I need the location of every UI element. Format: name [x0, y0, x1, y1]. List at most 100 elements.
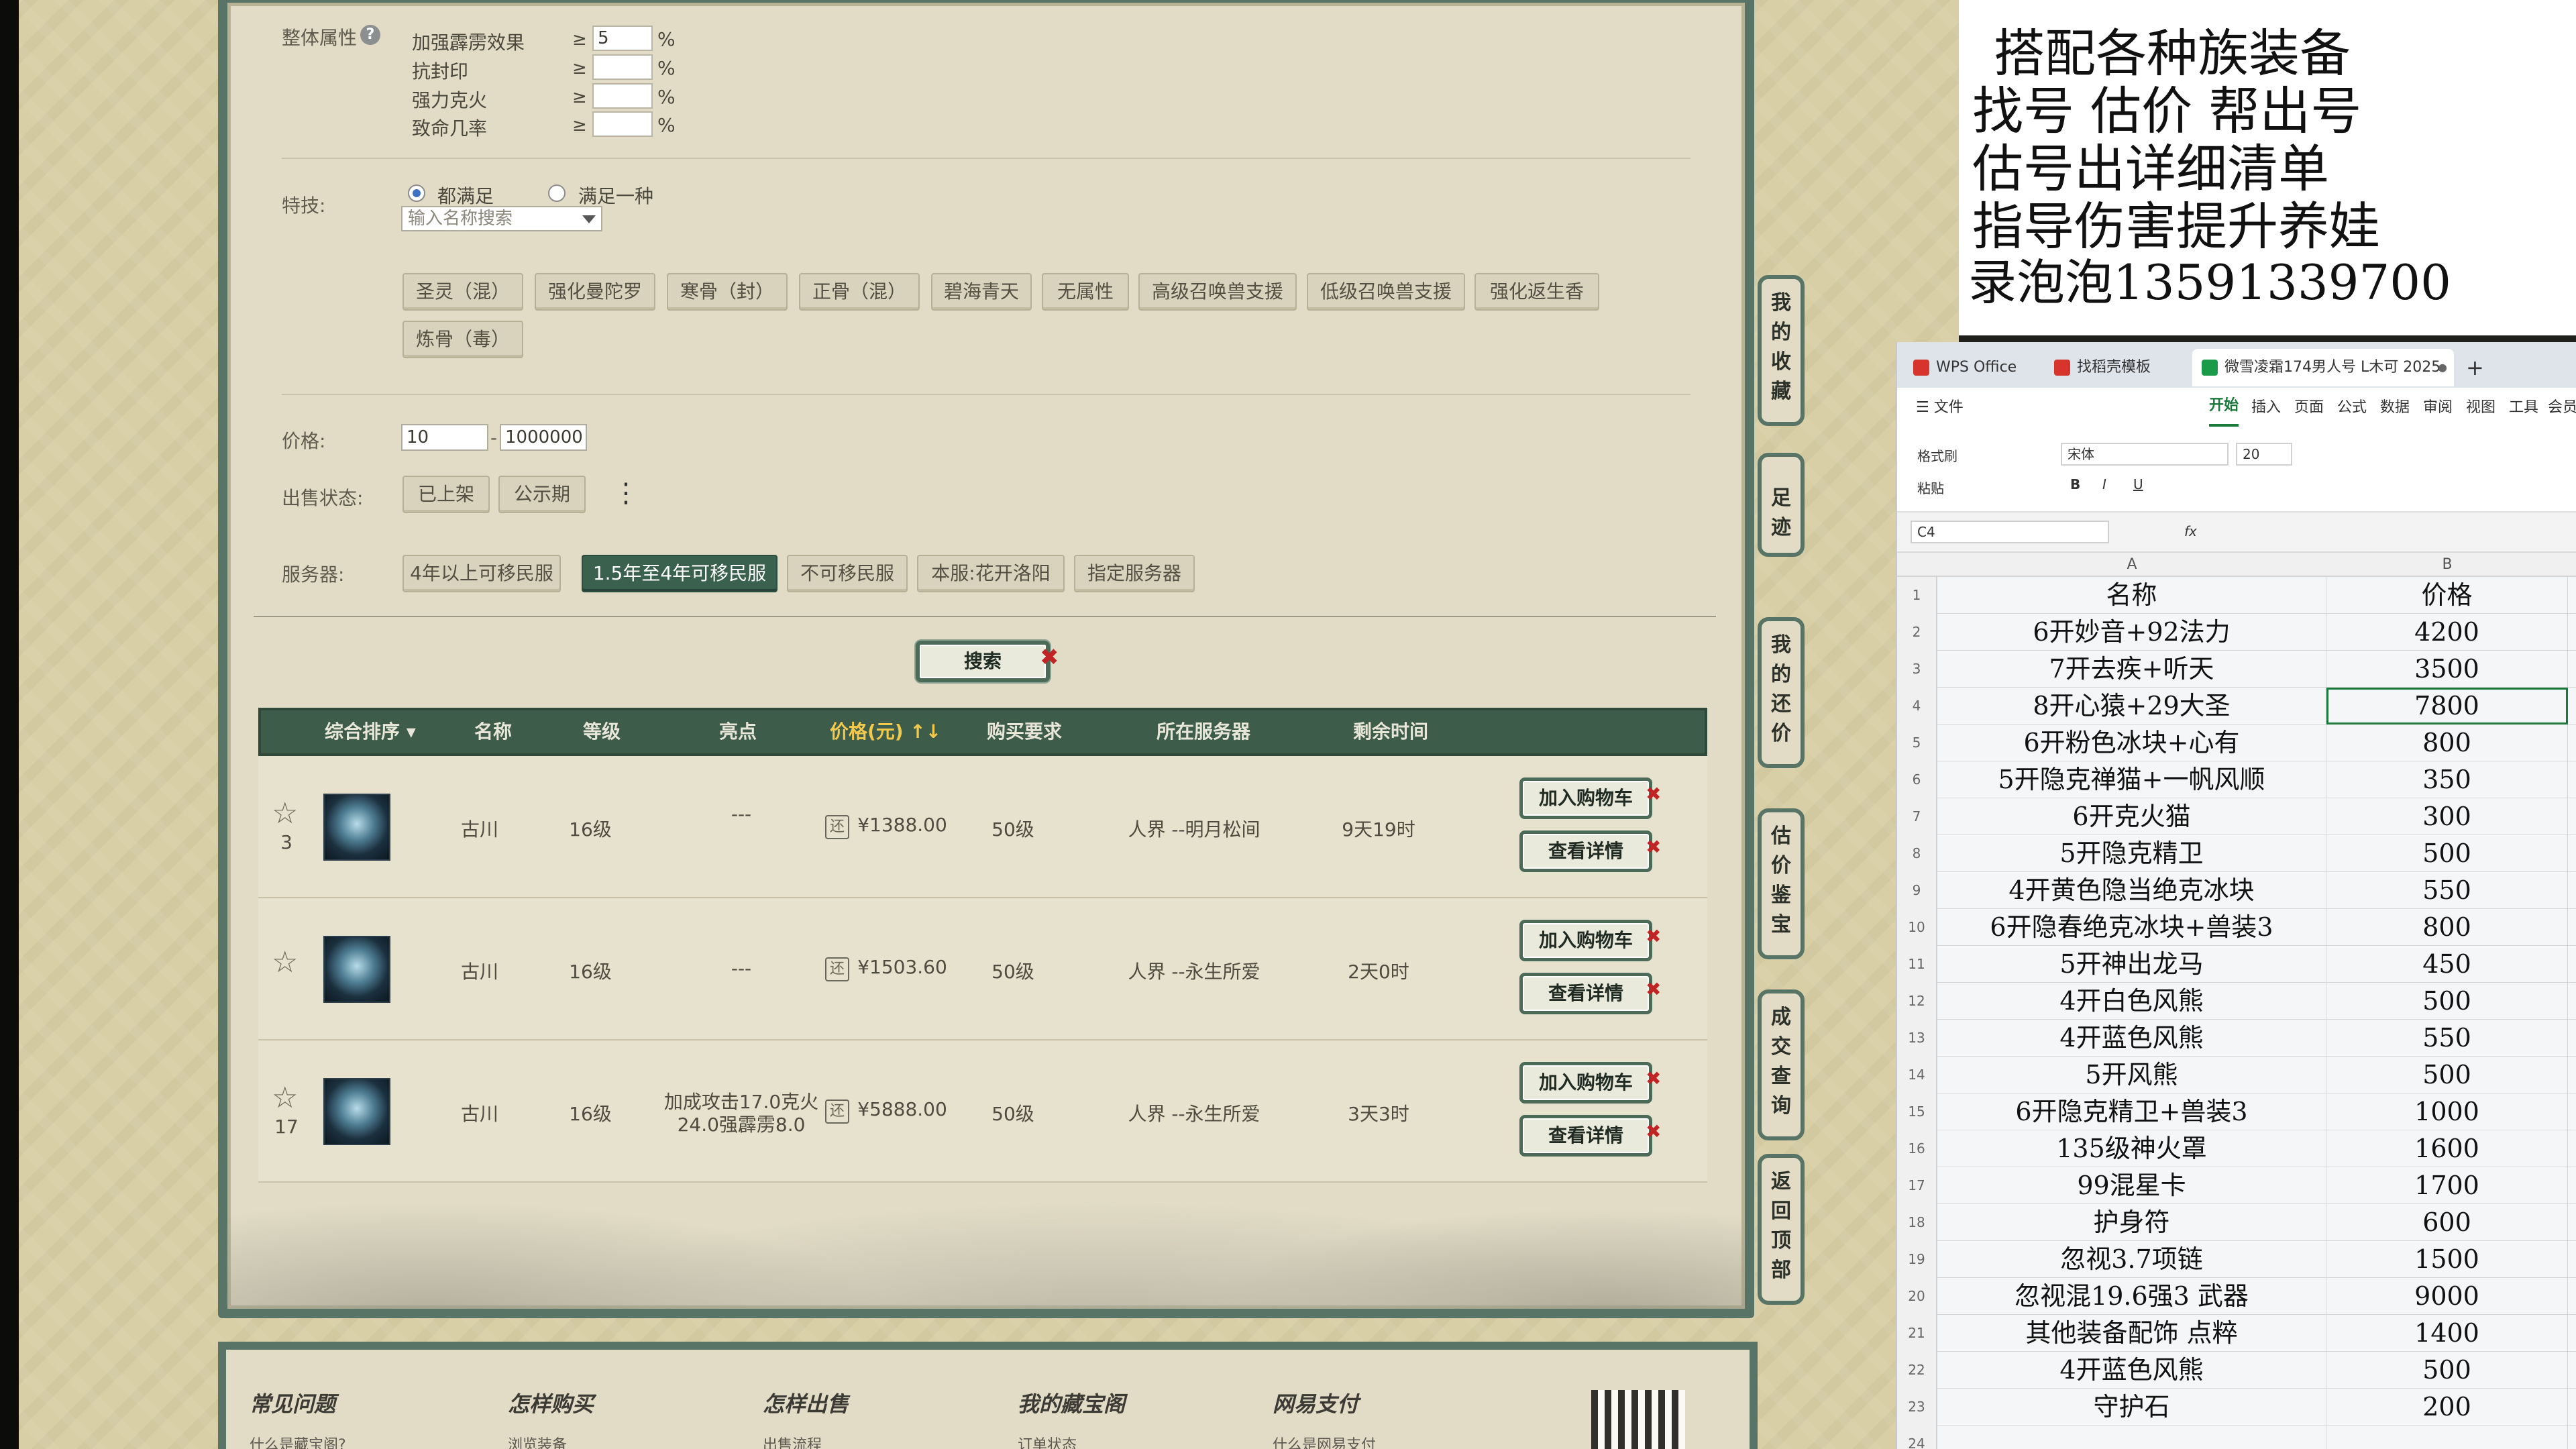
cell-name[interactable]: 4开黄色隐当绝克冰块 — [1937, 872, 2326, 909]
row-number[interactable]: 15 — [1897, 1093, 1937, 1130]
view-detail-button[interactable]: 查看详情 — [1519, 830, 1652, 872]
attr-min-input[interactable] — [592, 83, 653, 109]
cell-price[interactable]: 1000 — [2326, 1093, 2568, 1130]
cell-price[interactable]: 200 — [2326, 1389, 2568, 1426]
skill-chip[interactable]: 低级召唤兽支援 — [1307, 273, 1465, 311]
row-number[interactable]: 22 — [1897, 1352, 1937, 1389]
price-min-input[interactable]: 10 — [401, 424, 488, 451]
counter-offer-icon[interactable]: 还 — [825, 957, 849, 981]
radio-any[interactable] — [548, 184, 566, 202]
favorite-star-icon[interactable]: ☆ — [272, 1081, 298, 1115]
cell-price[interactable]: 550 — [2326, 1020, 2568, 1057]
cell-price[interactable] — [2326, 1426, 2568, 1449]
status-chip[interactable]: 已上架 — [402, 476, 490, 513]
cell-price[interactable]: 7800 — [2326, 688, 2568, 724]
cell-price[interactable]: 4200 — [2326, 614, 2568, 651]
row-number[interactable]: 14 — [1897, 1057, 1937, 1093]
menu-home[interactable]: 开始 — [2209, 388, 2239, 427]
skill-chip[interactable]: 碧海青天 — [931, 273, 1032, 311]
skill-chip[interactable]: 炼骨（毒） — [402, 321, 523, 358]
price-max-input[interactable]: 1000000 — [500, 424, 587, 451]
skill-chip[interactable]: 强化曼陀罗 — [535, 273, 655, 311]
server-chip[interactable]: 本服:花开洛阳 — [917, 555, 1065, 592]
menu-review[interactable]: 审阅 — [2423, 388, 2453, 428]
add-to-cart-button[interactable]: 加入购物车 — [1519, 1062, 1652, 1104]
row-number[interactable]: 10 — [1897, 909, 1937, 946]
cell-name[interactable]: 4开蓝色风熊 — [1937, 1352, 2326, 1389]
cell-price[interactable]: 500 — [2326, 1352, 2568, 1389]
cell-price[interactable]: 9000 — [2326, 1278, 2568, 1315]
cell-name[interactable]: 守护石 — [1937, 1389, 2326, 1426]
server-chip[interactable]: 4年以上可移民服 — [402, 555, 561, 592]
row-number[interactable]: 4 — [1897, 688, 1937, 724]
menu-member[interactable]: 会员 — [2548, 388, 2576, 428]
menu-formula[interactable]: 公式 — [2337, 388, 2367, 428]
radio-all[interactable] — [408, 184, 425, 202]
attr-min-input[interactable] — [592, 54, 653, 80]
nav-back-to-top[interactable]: 返回顶部 — [1758, 1154, 1805, 1305]
cell-price[interactable]: 1500 — [2326, 1241, 2568, 1278]
nav-footprint[interactable]: 足迹 — [1758, 453, 1805, 557]
nav-appraisal[interactable]: 估价鉴宝 — [1758, 808, 1805, 959]
column-header-b[interactable]: B — [2326, 553, 2568, 577]
help-icon[interactable]: ? — [360, 25, 380, 45]
attr-min-input[interactable] — [592, 111, 653, 137]
row-number[interactable]: 1 — [1897, 577, 1937, 614]
cell-name[interactable]: 6开隐克精卫+兽装3 — [1937, 1093, 2326, 1130]
add-to-cart-button[interactable]: 加入购物车 — [1519, 777, 1652, 819]
cell-price[interactable]: 500 — [2326, 983, 2568, 1020]
cell-price[interactable]: 800 — [2326, 909, 2568, 946]
cell-name[interactable]: 6开粉色冰块+心有 — [1937, 724, 2326, 761]
tab-close-icon[interactable]: ● — [2438, 349, 2447, 386]
row-number[interactable]: 5 — [1897, 724, 1937, 761]
menu-data[interactable]: 数据 — [2380, 388, 2410, 428]
status-chip[interactable]: 公示期 — [498, 476, 586, 513]
nav-deal-query[interactable]: 成交查询 — [1758, 989, 1805, 1140]
menu-tools[interactable]: 工具 — [2509, 388, 2538, 428]
cell-price[interactable]: 3500 — [2326, 651, 2568, 688]
cell-price[interactable]: 800 — [2326, 724, 2568, 761]
tab-template[interactable]: 找稻壳模板 — [2045, 349, 2186, 386]
row-number[interactable]: 8 — [1897, 835, 1937, 872]
more-icon[interactable]: ⋮ — [612, 480, 639, 506]
cell-name[interactable]: 99混星卡 — [1937, 1167, 2326, 1204]
skill-chip[interactable]: 高级召唤兽支援 — [1138, 273, 1297, 311]
row-number[interactable]: 18 — [1897, 1204, 1937, 1241]
column-header-a[interactable]: A — [1937, 553, 2326, 577]
cell-price[interactable]: 1700 — [2326, 1167, 2568, 1204]
new-tab-button[interactable]: + — [2461, 349, 2487, 386]
font-size-select[interactable]: 20 — [2236, 443, 2292, 466]
cell-price[interactable]: 价格 — [2326, 577, 2568, 614]
footer-link[interactable]: 什么是藏宝阁? — [250, 1433, 346, 1449]
fx-icon[interactable]: fx — [2184, 523, 2197, 539]
cell-name[interactable]: 4开白色风熊 — [1937, 983, 2326, 1020]
row-number[interactable]: 2 — [1897, 614, 1937, 651]
tab-spreadsheet[interactable]: 微雪凌霜174男人号 L木可 2025 ● — [2192, 349, 2454, 386]
server-chip-active[interactable]: 1.5年至4年可移民服 — [582, 555, 777, 592]
server-chip[interactable]: 不可移民服 — [787, 555, 908, 592]
cell-price[interactable]: 500 — [2326, 835, 2568, 872]
row-number[interactable]: 20 — [1897, 1278, 1937, 1315]
cell-price[interactable]: 500 — [2326, 1057, 2568, 1093]
cell-name[interactable]: 6开隐春绝克冰块+兽装3 — [1937, 909, 2326, 946]
paste-button[interactable]: 粘贴 — [1917, 478, 1944, 497]
tab-wps-office[interactable]: WPS Office — [1904, 349, 2038, 386]
cell-name[interactable]: 其他装备配饰 点粹 — [1937, 1315, 2326, 1352]
font-family-select[interactable]: 宋体 — [2061, 443, 2229, 466]
row-number[interactable]: 19 — [1897, 1241, 1937, 1278]
skill-chip[interactable]: 正骨（混） — [799, 273, 920, 311]
row-number[interactable]: 7 — [1897, 798, 1937, 835]
counter-offer-icon[interactable]: 还 — [825, 815, 849, 839]
bold-button[interactable]: B — [2070, 476, 2080, 492]
nav-my-bargain[interactable]: 我的还价 — [1758, 617, 1805, 768]
view-detail-button[interactable]: 查看详情 — [1519, 973, 1652, 1014]
cell-name[interactable]: 6开克火猫 — [1937, 798, 2326, 835]
skill-chip[interactable]: 寒骨（封） — [667, 273, 788, 311]
item-name[interactable]: 古川 — [433, 1099, 527, 1126]
format-brush-button[interactable]: 格式刷 — [1917, 445, 1957, 465]
item-name[interactable]: 古川 — [433, 957, 527, 984]
cell-name[interactable]: 5开隐克禅猫+一帆风顺 — [1937, 761, 2326, 798]
footer-link[interactable]: 浏览装备 — [508, 1433, 567, 1449]
row-number[interactable]: 21 — [1897, 1315, 1937, 1352]
cell-name[interactable]: 4开蓝色风熊 — [1937, 1020, 2326, 1057]
